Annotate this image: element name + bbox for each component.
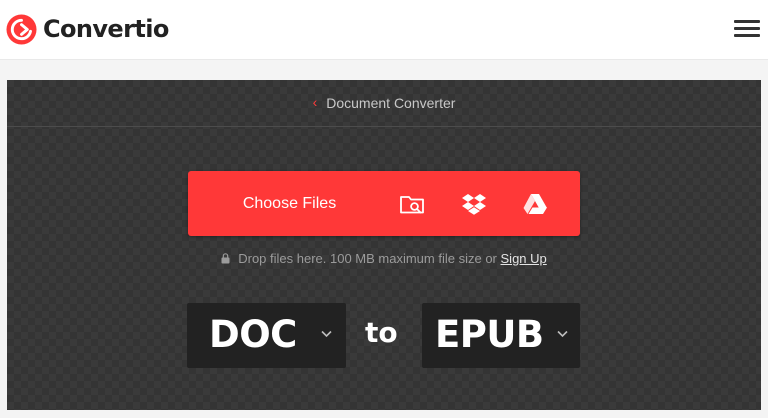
convertio-logo-icon [6,13,37,45]
chevron-down-icon [321,330,332,338]
from-format-value: DOC [209,313,297,356]
chevron-down-icon [557,330,568,338]
google-drive-icon[interactable] [522,191,548,217]
choose-files-button[interactable]: Choose Files [188,171,391,236]
sign-up-link[interactable]: Sign Up [501,251,547,266]
upload-bar: Choose Files [188,171,580,236]
to-format-select[interactable]: EPUB [422,303,580,368]
lock-icon [221,253,230,264]
breadcrumb-document-converter[interactable]: Document Converter [326,95,455,111]
to-label: to [365,316,398,349]
local-folder-icon[interactable] [399,191,425,217]
brand-name: Convertio [43,15,169,43]
top-header: Convertio [0,0,768,60]
dropbox-icon[interactable] [461,191,487,217]
upload-hint: Drop files here. 100 MB maximum file siz… [7,251,761,269]
converter-panel: ‹ Document Converter Choose Files Drop f… [7,80,761,410]
brand-logo[interactable]: Convertio [6,12,169,46]
upload-hint-text: Drop files here. 100 MB maximum file siz… [238,251,497,266]
to-format-value: EPUB [435,313,544,356]
hamburger-menu-icon[interactable] [734,18,760,40]
breadcrumb: ‹ Document Converter [7,80,761,127]
from-format-select[interactable]: DOC [187,303,346,368]
chevron-left-icon[interactable]: ‹ [313,94,318,110]
